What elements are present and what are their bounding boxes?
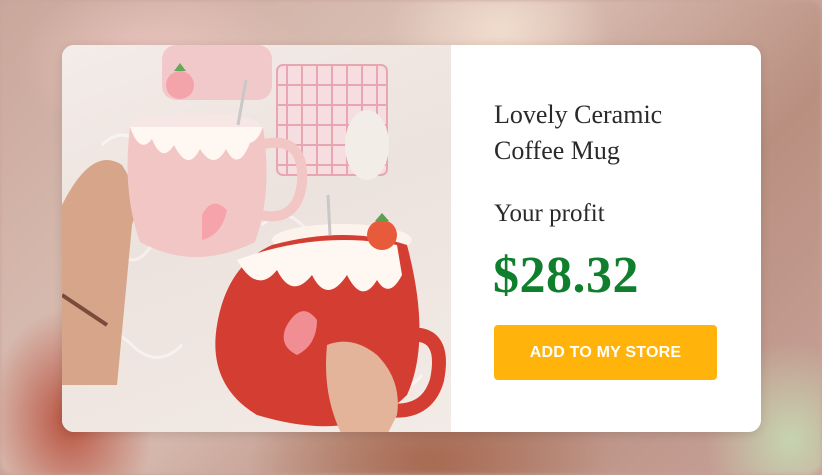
product-card: Lovely Ceramic Coffee Mug Your profit $2… <box>62 45 761 432</box>
add-to-store-button[interactable]: ADD TO MY STORE <box>494 325 717 380</box>
product-photo <box>62 45 451 432</box>
product-image <box>62 45 446 432</box>
product-title: Lovely Ceramic Coffee Mug <box>494 100 663 165</box>
product-info: Lovely Ceramic Coffee Mug Your profit $2… <box>451 45 761 432</box>
profit-label: Your profit <box>494 200 605 227</box>
profit-price: $28.32 <box>493 247 639 304</box>
